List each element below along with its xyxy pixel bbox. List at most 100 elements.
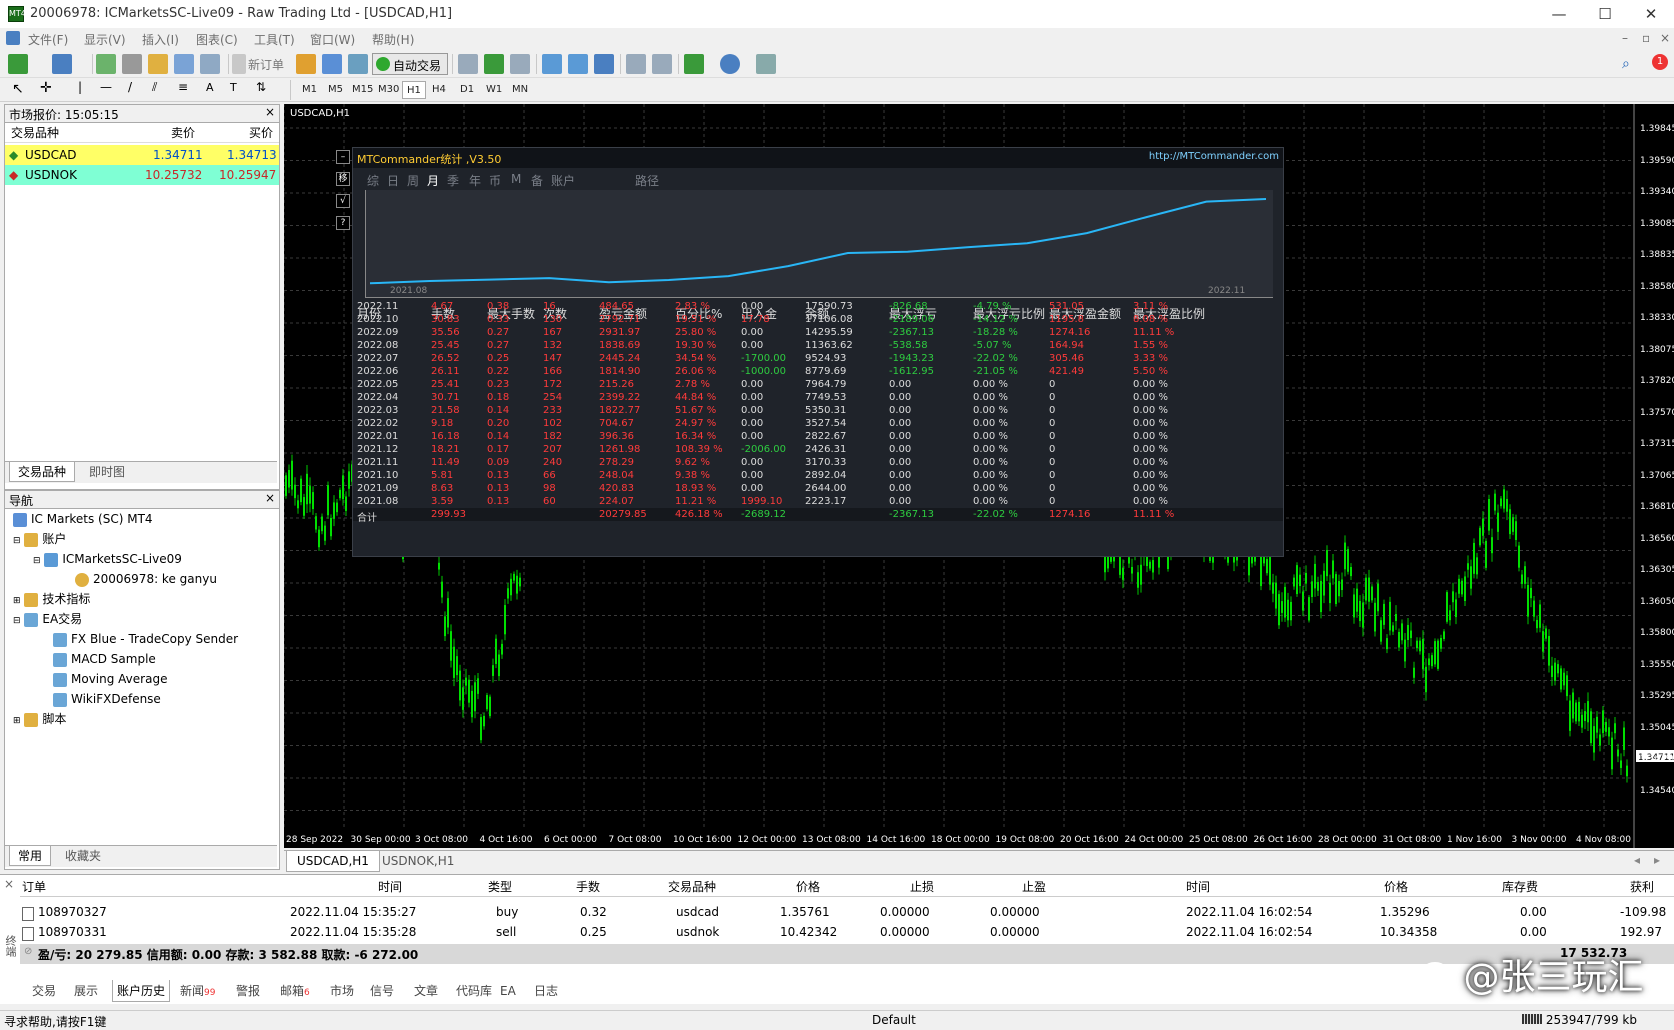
market-row-usdcad[interactable]: ◆ USDCAD 1.34711 1.34713 bbox=[5, 145, 279, 165]
market-row-usdnok[interactable]: ◆ USDNOK 10.25732 10.25947 bbox=[5, 165, 279, 185]
tf-d1[interactable]: D1 bbox=[456, 81, 478, 99]
terminal-tab-7[interactable]: 信号 bbox=[366, 980, 398, 1002]
tf-w1[interactable]: W1 bbox=[482, 81, 506, 99]
terminal-cell[interactable]: buy bbox=[496, 905, 518, 919]
terminal-tab-0[interactable]: 交易 bbox=[28, 980, 60, 1002]
terminal-tab-4[interactable]: 警报 bbox=[232, 980, 264, 1002]
terminal-cell[interactable]: usdnok bbox=[676, 925, 719, 939]
terminal-tab-9[interactable]: 代码库 bbox=[452, 980, 496, 1002]
terminal-tab-8[interactable]: 文章 bbox=[410, 980, 442, 1002]
menu-charts[interactable]: 图表(C) bbox=[196, 31, 238, 48]
mtc-tab-4[interactable]: 季 bbox=[447, 172, 459, 189]
channel-icon[interactable]: ⫽ bbox=[152, 80, 157, 95]
terminal-cell[interactable]: 1.35296 bbox=[1380, 905, 1430, 919]
scroll-left-icon[interactable]: ◂ bbox=[1634, 853, 1640, 867]
terminal-cell[interactable]: 0.32 bbox=[580, 905, 607, 919]
col-ask[interactable]: 买价 bbox=[249, 123, 273, 143]
terminal-tab-5[interactable]: 邮箱6 bbox=[276, 980, 314, 1002]
text-label-icon[interactable]: T bbox=[230, 81, 237, 94]
nav-account-entry[interactable]: 20006978: ke ganyu bbox=[75, 569, 217, 589]
navigator-icon[interactable] bbox=[148, 54, 168, 74]
terminal-tab-3[interactable]: 新闻99 bbox=[176, 980, 219, 1002]
close-icon[interactable]: × bbox=[265, 491, 275, 505]
terminal-col-header[interactable]: 获利 bbox=[1630, 878, 1654, 895]
line-chart-icon[interactable] bbox=[510, 54, 530, 74]
terminal-col-header[interactable]: 手数 bbox=[576, 878, 600, 895]
mtc-tab-1[interactable]: 日 bbox=[387, 172, 399, 189]
mtc-url-link[interactable]: http://MTCommander.com bbox=[1149, 151, 1279, 162]
horizontal-line-icon[interactable]: — bbox=[100, 80, 112, 94]
terminal-tab-6[interactable]: 市场 bbox=[326, 980, 358, 1002]
new-chart-icon[interactable] bbox=[8, 54, 28, 74]
nav-ea-wikifx[interactable]: WikiFXDefense bbox=[53, 689, 161, 709]
vertical-line-icon[interactable]: | bbox=[78, 80, 82, 94]
zoom-in-icon[interactable] bbox=[542, 54, 562, 74]
tf-h1[interactable]: H1 bbox=[402, 81, 426, 99]
terminal-cell[interactable]: 2022.11.04 16:02:54 bbox=[1186, 925, 1312, 939]
signals-icon[interactable] bbox=[348, 54, 368, 74]
tab-symbols[interactable]: 交易品种 bbox=[9, 462, 76, 482]
terminal-col-header[interactable]: 止盈 bbox=[1022, 878, 1046, 895]
terminal-col-header[interactable]: 库存费 bbox=[1502, 878, 1538, 895]
maximize-button[interactable]: ☐ bbox=[1582, 0, 1628, 28]
mtc-minimize-button[interactable]: – bbox=[336, 150, 350, 164]
terminal-col-header[interactable]: 时间 bbox=[1186, 878, 1210, 895]
tab-usdcad-h1[interactable]: USDCAD,H1 bbox=[286, 851, 380, 872]
nav-ea-fxblue[interactable]: FX Blue - TradeCopy Sender bbox=[53, 629, 238, 649]
mtc-tab-5[interactable]: 年 bbox=[469, 172, 481, 189]
terminal-cell[interactable]: 0.00000 bbox=[990, 905, 1040, 919]
terminal-cell[interactable]: 2022.11.04 16:02:54 bbox=[1186, 905, 1312, 919]
close-icon[interactable]: × bbox=[4, 877, 14, 891]
terminal-col-header[interactable]: 止损 bbox=[910, 878, 934, 895]
candlestick-icon[interactable] bbox=[484, 54, 504, 74]
data-window-icon[interactable] bbox=[122, 54, 142, 74]
menu-file[interactable]: 文件(F) bbox=[28, 31, 68, 48]
terminal-tab-2[interactable]: 账户历史 bbox=[112, 980, 171, 1002]
nav-scripts[interactable]: ⊞ 脚本 bbox=[13, 709, 66, 729]
mtc-tab-3[interactable]: 月 bbox=[427, 172, 439, 189]
tf-m1[interactable]: M1 bbox=[298, 81, 321, 99]
periods-icon[interactable] bbox=[720, 54, 740, 74]
scroll-right-icon[interactable]: ▸ bbox=[1654, 853, 1660, 867]
nav-ea-macd[interactable]: MACD Sample bbox=[53, 649, 156, 669]
mdi-restore-icon[interactable]: ▫ bbox=[1642, 31, 1650, 45]
terminal-tab-11[interactable]: 日志 bbox=[530, 980, 562, 1002]
nav-accounts[interactable]: ⊟ 账户 bbox=[13, 529, 66, 549]
terminal-cell[interactable]: 10.34358 bbox=[1380, 925, 1437, 939]
terminal-col-header[interactable]: 交易品种 bbox=[668, 878, 716, 895]
terminal-cell[interactable]: 2022.11.04 15:35:27 bbox=[290, 905, 416, 919]
tab-tick-chart[interactable]: 即时图 bbox=[81, 462, 133, 482]
text-icon[interactable]: A bbox=[206, 81, 214, 94]
terminal-cell[interactable]: 0.00 bbox=[1520, 905, 1547, 919]
new-order-icon[interactable] bbox=[232, 54, 246, 74]
market-watch-icon[interactable] bbox=[96, 54, 116, 74]
terminal-cell[interactable]: 108970327 bbox=[38, 905, 107, 919]
crosshair-icon[interactable]: ✛ bbox=[40, 80, 52, 96]
notification-badge[interactable]: 1 bbox=[1652, 54, 1668, 70]
menu-window[interactable]: 窗口(W) bbox=[310, 31, 355, 48]
mtc-tab-9[interactable]: 账户 bbox=[551, 172, 575, 189]
col-symbol[interactable]: 交易品种 bbox=[11, 123, 59, 143]
terminal-cell[interactable]: 0.00 bbox=[1520, 925, 1547, 939]
terminal-cell[interactable]: 0.25 bbox=[580, 925, 607, 939]
mtc-check-button[interactable]: √ bbox=[336, 194, 350, 208]
terminal-tab-10[interactable]: EA bbox=[496, 980, 520, 1002]
terminal-col-header[interactable]: 订单 bbox=[22, 878, 46, 895]
terminal-col-header[interactable]: 价格 bbox=[796, 878, 820, 895]
menu-help[interactable]: 帮助(H) bbox=[372, 31, 414, 48]
minimize-button[interactable]: — bbox=[1536, 0, 1582, 28]
terminal-col-header[interactable]: 价格 bbox=[1384, 878, 1408, 895]
mtc-tab-2[interactable]: 周 bbox=[407, 172, 419, 189]
tab-usdnok-h1[interactable]: USDNOK,H1 bbox=[372, 851, 464, 872]
nav-ea-ma[interactable]: Moving Average bbox=[53, 669, 167, 689]
terminal-cell[interactable]: usdcad bbox=[676, 905, 719, 919]
auto-trading-button[interactable]: 自动交易 bbox=[372, 53, 448, 75]
search-icon[interactable]: ⌕ bbox=[1622, 56, 1630, 72]
menu-insert[interactable]: 插入(I) bbox=[142, 31, 179, 48]
close-button[interactable]: ✕ bbox=[1628, 0, 1674, 28]
mdi-close-icon[interactable]: × bbox=[1660, 31, 1670, 45]
mtc-tab-8[interactable]: 备 bbox=[531, 172, 543, 189]
tf-m30[interactable]: M30 bbox=[374, 81, 403, 99]
terminal-cell[interactable]: 2022.11.04 15:35:28 bbox=[290, 925, 416, 939]
terminal-cell[interactable]: 10.42342 bbox=[780, 925, 837, 939]
